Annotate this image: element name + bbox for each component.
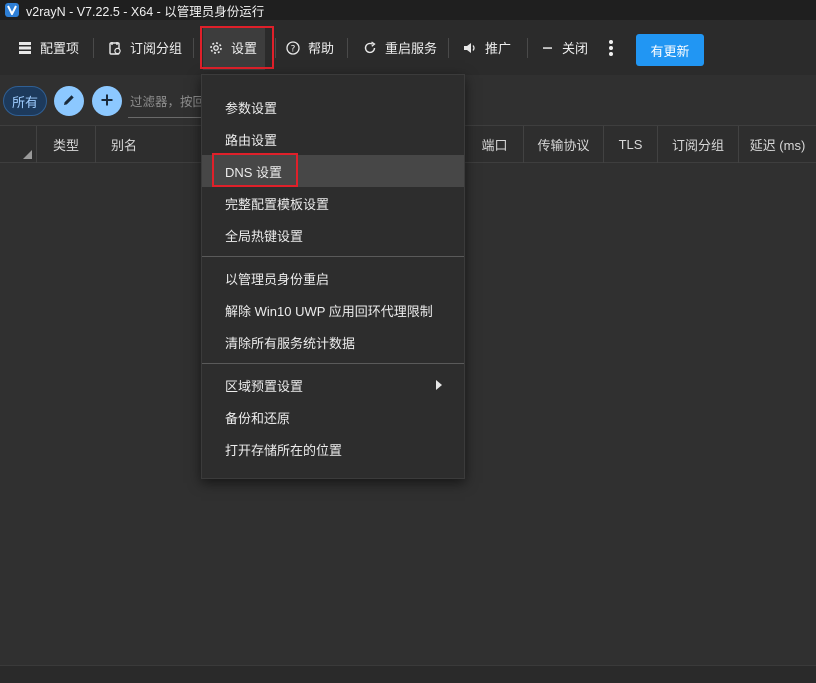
menu-item-routing-settings[interactable]: 路由设置 (202, 123, 464, 155)
menu-item-parameter-settings[interactable]: 参数设置 (202, 91, 464, 123)
close-button[interactable]: 关闭 (542, 20, 588, 75)
column-header-port[interactable]: 端口 (466, 126, 524, 163)
speaker-icon (463, 41, 477, 55)
menu-item-region-preset[interactable]: 区域预置设置 (202, 369, 464, 401)
update-available-button[interactable]: 有更新 (636, 34, 704, 66)
toolbar-separator (193, 38, 194, 58)
promotion-button[interactable]: 推广 (463, 20, 511, 75)
menu-item-open-storage-location[interactable]: 打开存储所在的位置 (202, 433, 464, 465)
column-header-alias[interactable]: 别名 (96, 126, 206, 163)
profiles-label: 配置项 (40, 41, 80, 56)
filter-underline (128, 117, 204, 118)
column-header-delay[interactable]: 延迟 (ms) (739, 126, 816, 163)
add-button[interactable] (92, 86, 122, 116)
column-header-select[interactable] (0, 126, 37, 163)
all-group-chip[interactable]: 所有 (3, 86, 47, 116)
profiles-button[interactable]: 配置项 (18, 20, 79, 75)
horizontal-scrollbar[interactable] (0, 665, 816, 683)
settings-label: 设置 (231, 41, 258, 56)
column-header-type[interactable]: 类型 (37, 126, 96, 163)
minus-icon (542, 41, 554, 55)
restart-service-label: 重启服务 (385, 41, 438, 56)
toolbar-separator (347, 38, 348, 58)
more-options-button[interactable] (608, 20, 614, 75)
menu-item-backup-restore[interactable]: 备份和还原 (202, 401, 464, 433)
filter-input[interactable]: 过滤器，按回车 (130, 91, 210, 113)
edit-button[interactable] (54, 86, 84, 116)
toolbar-separator (527, 38, 528, 58)
subscription-group-button[interactable]: 订阅分组 (108, 20, 182, 75)
menu-separator (202, 363, 464, 364)
close-label: 关闭 (562, 41, 589, 56)
toolbar-separator (448, 38, 449, 58)
help-button[interactable]: ? 帮助 (286, 20, 334, 75)
settings-dropdown-menu: 参数设置 路由设置 DNS 设置 完整配置模板设置 全局热键设置 以管理员身份重… (201, 74, 465, 479)
svg-text:?: ? (291, 44, 296, 54)
title-bar: v2rayN - V7.22.5 - X64 - 以管理员身份运行 (0, 0, 816, 20)
menu-item-restart-as-admin[interactable]: 以管理员身份重启 (202, 262, 464, 294)
pencil-icon (62, 93, 76, 110)
restart-icon (363, 40, 377, 55)
menu-item-clear-statistics[interactable]: 清除所有服务统计数据 (202, 326, 464, 358)
menu-item-full-config-template[interactable]: 完整配置模板设置 (202, 187, 464, 219)
menu-item-uwp-loopback[interactable]: 解除 Win10 UWP 应用回环代理限制 (202, 294, 464, 326)
settings-button[interactable]: 设置 (209, 20, 257, 75)
menu-separator (202, 256, 464, 257)
v2rayn-logo-icon (5, 3, 19, 17)
subscription-icon (108, 41, 122, 55)
menu-item-region-preset-label: 区域预置设置 (225, 378, 304, 394)
menu-item-global-hotkey[interactable]: 全局热键设置 (202, 219, 464, 251)
gear-icon (209, 41, 223, 55)
restart-service-button[interactable]: 重启服务 (363, 20, 437, 75)
help-icon: ? (286, 40, 300, 55)
help-label: 帮助 (308, 41, 335, 56)
column-header-subscription[interactable]: 订阅分组 (658, 126, 739, 163)
subscription-group-label: 订阅分组 (130, 41, 183, 56)
submenu-arrow-icon (436, 380, 442, 390)
main-toolbar: 配置项 订阅分组 设置 ? 帮助 重启服务 推广 关闭 有更新 (0, 20, 816, 75)
window-title: v2rayN - V7.22.5 - X64 - 以管理员身份运行 (26, 4, 265, 19)
toolbar-separator (275, 38, 276, 58)
promotion-label: 推广 (485, 41, 512, 56)
more-vertical-icon (608, 39, 614, 57)
toolbar-separator (93, 38, 94, 58)
server-icon (18, 41, 32, 55)
column-header-tls[interactable]: TLS (604, 126, 658, 163)
menu-item-dns-settings[interactable]: DNS 设置 (202, 155, 464, 187)
column-header-transport[interactable]: 传输协议 (524, 126, 604, 163)
plus-icon (100, 93, 114, 110)
